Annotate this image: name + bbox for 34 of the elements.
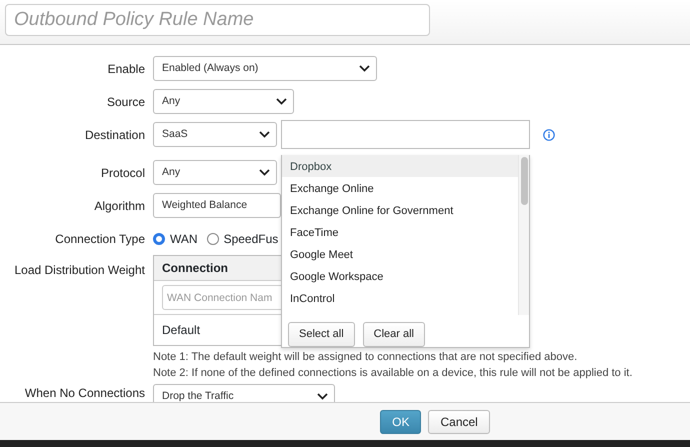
chevron-icon [259,131,270,138]
dropdown-select[interactable]: Enabled (Always on) [153,56,377,81]
field-label: Load Distribution Weight [13,262,145,279]
field-label: Connection Type [54,230,145,248]
dropdown-option[interactable]: FaceTime [282,221,518,243]
note-text: Note 2: If none of the defined connections is available on a device, this rule will not be applied to it. [153,366,634,381]
dropdown-option[interactable]: Exchange Online [282,177,518,199]
field-label: Enable [106,60,145,78]
field-label: When No Connections [24,385,145,402]
chevron-icon [276,98,287,105]
dropdown-select[interactable]: SaaS [153,122,277,147]
search-field[interactable] [281,120,530,149]
radio-option[interactable]: SpeedFus [206,230,278,248]
dropdown-option[interactable]: Exchange Online for Government [282,199,518,221]
chevron-icon [259,169,270,176]
radio-option[interactable]: WAN [153,230,198,248]
field-label: Protocol [100,164,145,182]
field-label: Algorithm [93,198,145,214]
rule-name-field[interactable]: Outbound Policy Rule Name [5,4,430,36]
note-text: Note 1: The default weight will be assigned to connections that are not specified above. [153,350,578,365]
chevron-icon [359,65,370,72]
dropdown-option[interactable]: Dropbox [282,155,518,177]
field-label: Source [106,94,145,110]
dropdown-button[interactable]: Select all [288,322,355,346]
dropdown-select[interactable]: Any [153,89,294,114]
cancel-button[interactable]: Cancel [428,410,490,434]
info-icon[interactable] [543,128,555,140]
dropdown-button[interactable]: Clear all [362,322,425,346]
chevron-icon [317,393,328,400]
field-label: Destination [84,126,145,144]
dropdown-select[interactable]: Weighted Balance [153,193,281,218]
dropdown-select[interactable]: Any [153,160,277,185]
dropdown-select[interactable]: Drop the Traffic [153,384,335,402]
scrollbar[interactable] [518,155,529,315]
